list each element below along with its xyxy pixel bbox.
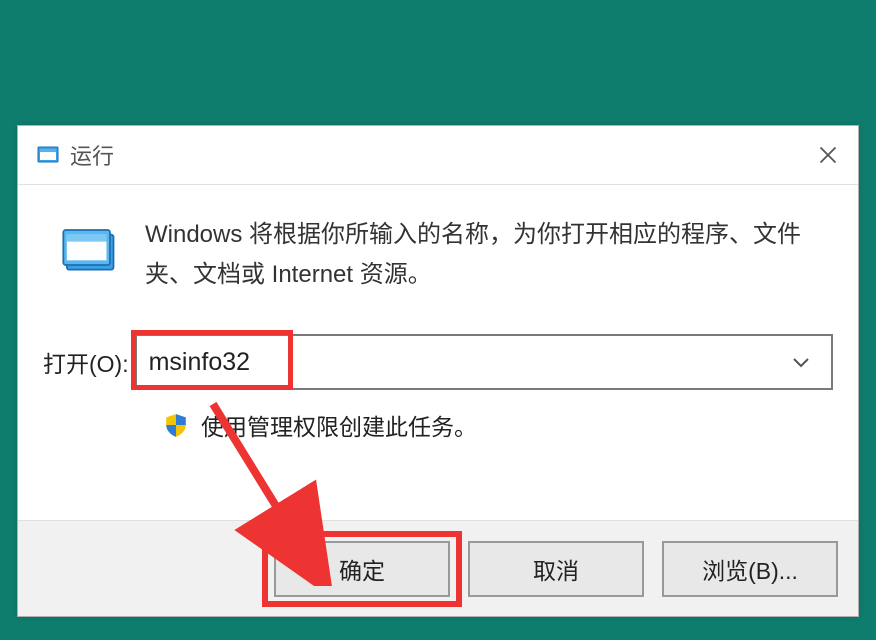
cancel-button-label: 取消 (533, 552, 579, 586)
browse-button-label: 浏览(B)... (702, 552, 798, 586)
run-large-icon (61, 223, 117, 279)
button-bar: 确定 取消 浏览(B)... (18, 520, 858, 616)
open-input[interactable] (147, 347, 781, 378)
ok-button-label: 确定 (339, 552, 385, 586)
close-icon (818, 145, 838, 165)
cancel-button[interactable]: 取消 (468, 541, 644, 597)
run-dialog: 运行 Windows 将根据你所输入的名称，为你打开相应的程序、文件夹、文档或 … (17, 125, 859, 617)
open-label: 打开(O): (43, 345, 129, 379)
description-row: Windows 将根据你所输入的名称，为你打开相应的程序、文件夹、文档或 Int… (43, 215, 833, 294)
close-button[interactable] (798, 126, 858, 184)
admin-row: 使用管理权限创建此任务。 (163, 408, 833, 442)
dialog-title: 运行 (70, 139, 798, 171)
open-combobox[interactable] (135, 334, 833, 390)
combobox-dropdown-button[interactable] (781, 336, 821, 388)
dialog-body: Windows 将根据你所输入的名称，为你打开相应的程序、文件夹、文档或 Int… (18, 185, 858, 442)
admin-text: 使用管理权限创建此任务。 (201, 408, 477, 442)
browse-button[interactable]: 浏览(B)... (662, 541, 838, 597)
shield-icon (163, 412, 189, 438)
ok-button[interactable]: 确定 (274, 541, 450, 597)
open-row: 打开(O): (43, 334, 833, 390)
description-text: Windows 将根据你所输入的名称，为你打开相应的程序、文件夹、文档或 Int… (145, 215, 833, 294)
chevron-down-icon (792, 356, 810, 368)
run-dialog-icon (36, 143, 60, 167)
titlebar: 运行 (18, 126, 858, 185)
